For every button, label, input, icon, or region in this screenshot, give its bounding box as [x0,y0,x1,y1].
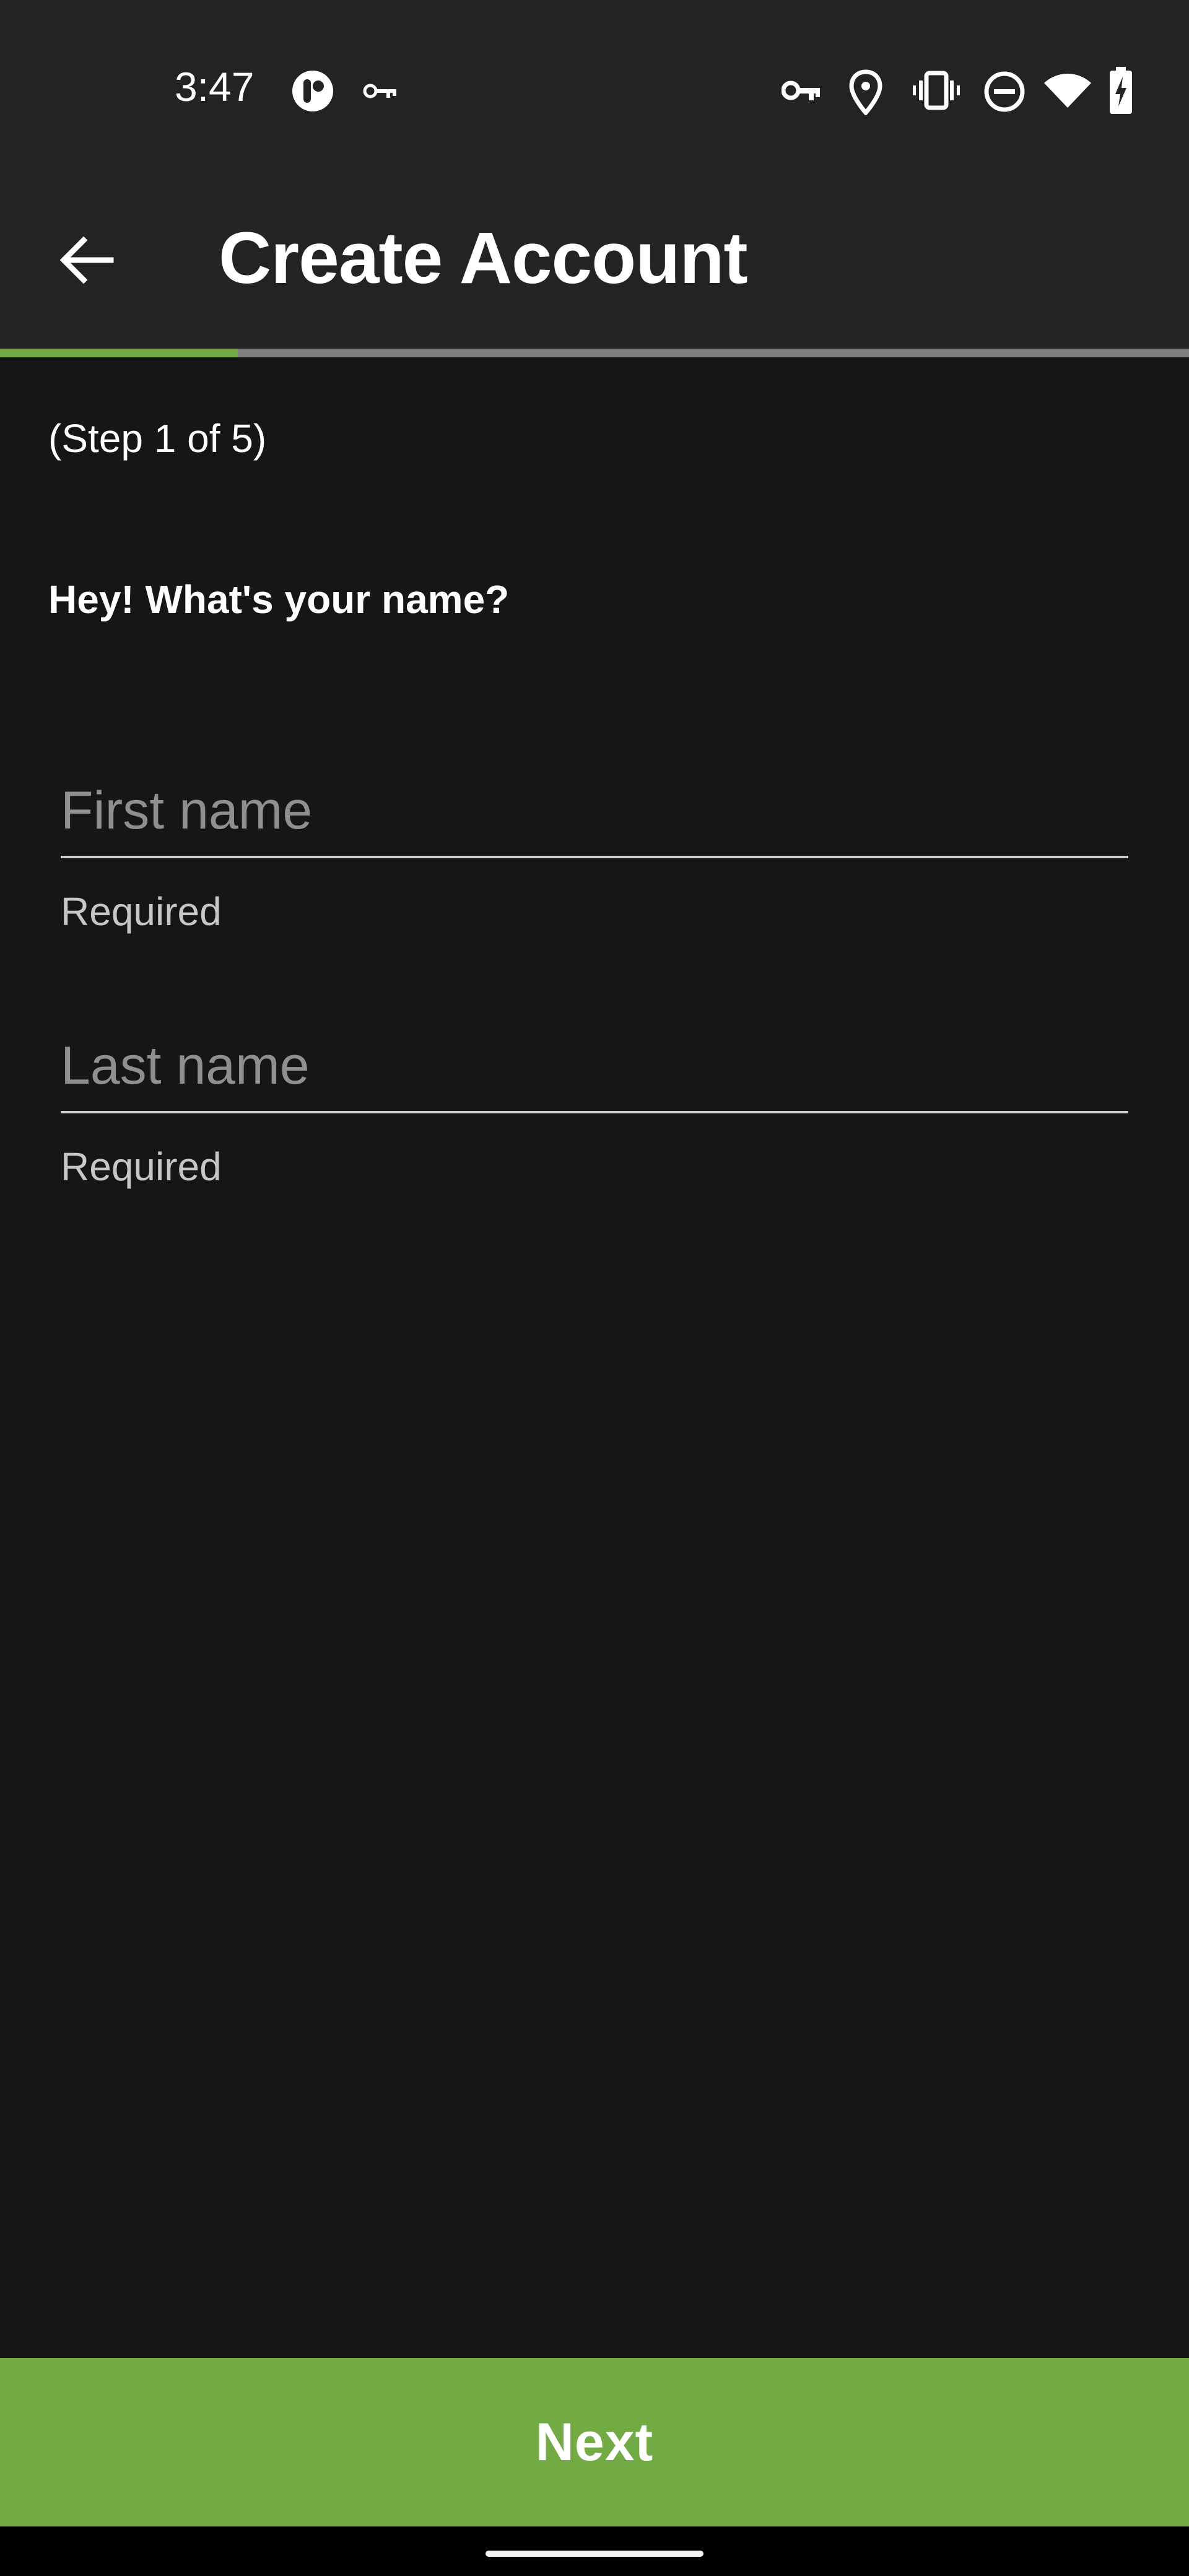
last-name-input[interactable] [61,1020,1128,1113]
wifi-icon [1044,74,1091,108]
key-icon [782,80,820,100]
home-gesture-handle[interactable] [486,2551,703,2557]
name-question-heading: Hey! What's your name? [48,577,510,622]
step-progress-fill [0,349,238,357]
create-account-screen: 3:47 Create Account (Step 1 of 5) Hey! W… [0,0,1189,2576]
page-title: Create Account [219,217,748,299]
last-name-helper-text: Required [61,1144,222,1189]
vibrate-icon [913,71,960,110]
back-button[interactable] [50,223,124,297]
system-navigation-bar [0,2526,1189,2576]
first-name-input[interactable] [61,765,1128,858]
app-bar: Create Account [0,186,1189,349]
step-progress-bar [0,349,1189,357]
status-bar: 3:47 [0,0,1189,186]
status-time: 3:47 [175,64,255,110]
next-button[interactable]: Next [0,2358,1189,2526]
first-name-field: Required [61,765,1128,936]
location-icon [849,69,882,115]
step-indicator: (Step 1 of 5) [48,416,267,461]
first-name-helper-text: Required [61,889,222,934]
do-not-disturb-icon [984,71,1025,112]
vpn-key-icon [363,84,396,98]
next-button-label: Next [535,2412,654,2472]
app-notification-icon [292,71,333,111]
back-arrow-icon [59,236,114,284]
last-name-field: Required [61,1020,1128,1191]
battery-charging-icon [1110,67,1132,114]
